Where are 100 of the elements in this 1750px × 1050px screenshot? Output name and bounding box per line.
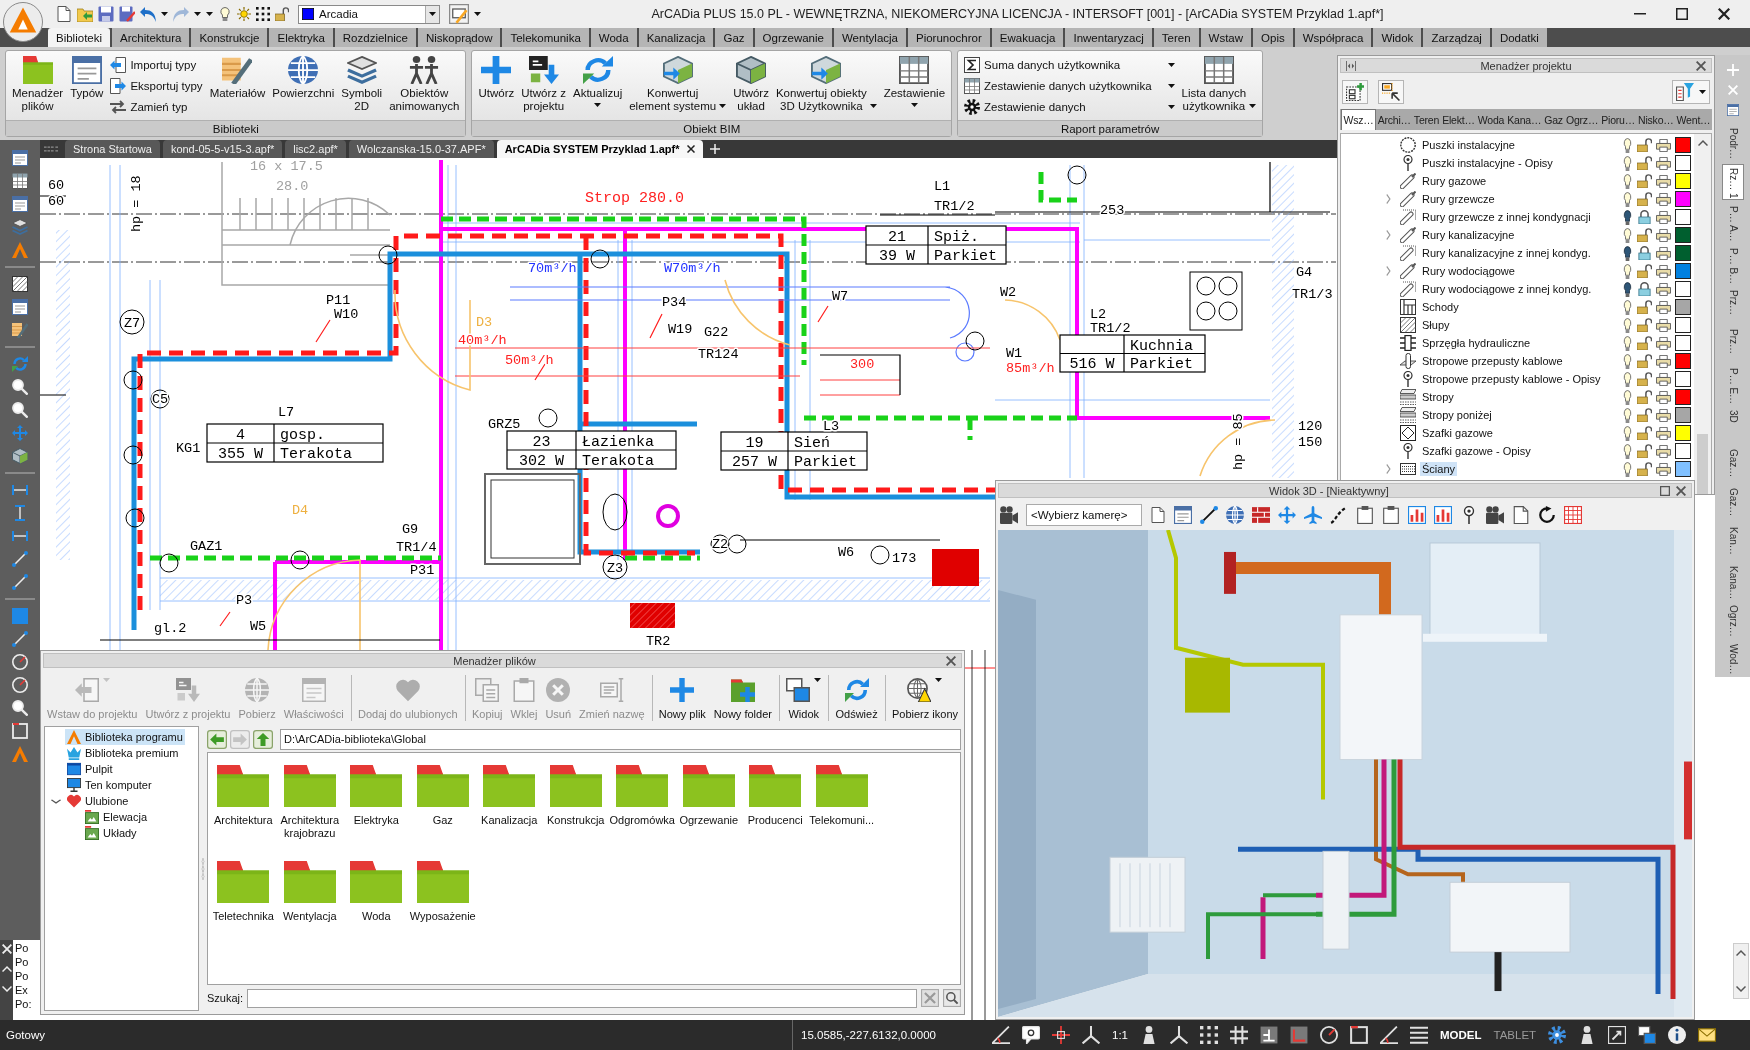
ribbon-tab[interactable]: Woda [590, 28, 637, 47]
move-icon[interactable] [1278, 506, 1296, 524]
padlock-icon[interactable] [1637, 246, 1652, 260]
printer-icon[interactable] [1656, 174, 1671, 188]
tree-item[interactable]: Elewacja [83, 809, 150, 825]
tree-item[interactable]: Ulubione [65, 793, 131, 809]
clipboard-icon[interactable] [1382, 506, 1400, 524]
color-swatch[interactable] [1675, 335, 1691, 351]
color-swatch[interactable] [1675, 443, 1691, 459]
close-icon[interactable] [1718, 8, 1730, 20]
layer-name[interactable]: Puszki instalacyjne - Opisy [1420, 156, 1555, 170]
folder-item[interactable]: Teletechnika [210, 861, 277, 957]
polar-icon[interactable] [12, 654, 28, 670]
layer-name[interactable]: Rury gazowe [1420, 174, 1489, 188]
color-swatch[interactable] [1675, 137, 1691, 153]
toolbar-button[interactable]: Nowy plik [654, 673, 710, 723]
dock-tab[interactable]: Kana… [1721, 562, 1744, 599]
color-swatch[interactable] [1675, 209, 1691, 225]
splitter-handle-icon[interactable] [200, 857, 206, 880]
ribbon-button[interactable]: Materiałów [206, 54, 269, 102]
padlock-icon[interactable] [1637, 336, 1652, 350]
padlock-icon[interactable] [1637, 318, 1652, 332]
ribbon-button[interactable]: Powierzchni [269, 54, 338, 102]
category-tab[interactable]: Went… [1675, 109, 1712, 130]
ribbon-tab[interactable]: Rozdzielnice [334, 28, 416, 47]
undo-icon[interactable] [140, 6, 156, 22]
search-icon[interactable] [943, 989, 961, 1007]
dock-tab[interactable]: Ogrz… [1721, 602, 1744, 638]
dock-tab[interactable]: Gaz… [1721, 445, 1744, 482]
layer-name[interactable]: Rury kanalizacyjne z innej kondyg. [1420, 246, 1593, 260]
dock-tab[interactable]: P… A… [1721, 203, 1744, 242]
ribbon-button[interactable]: Utwórz układ [730, 54, 772, 114]
layer-name[interactable]: Szafki gazowe - Opisy [1420, 444, 1533, 458]
ribbon-tab[interactable]: Inwentaryzacj [1065, 28, 1152, 47]
dock-tab[interactable]: Wod… [1721, 641, 1744, 677]
padlock-icon[interactable] [1637, 408, 1652, 422]
ribbon-button[interactable]: Eksportuj typy [107, 76, 206, 95]
padlock-icon[interactable] [1637, 282, 1652, 296]
ribbon-tab[interactable]: Kanalizacja [638, 28, 714, 47]
light-bulb-icon[interactable] [1622, 245, 1633, 261]
category-tab[interactable]: Woda [1476, 109, 1506, 130]
window-icon[interactable] [1726, 104, 1739, 116]
chevron-right-icon[interactable] [1385, 194, 1392, 204]
document-icon[interactable] [1512, 506, 1530, 524]
color-swatch[interactable] [1675, 245, 1691, 261]
color-swatch[interactable] [1675, 299, 1691, 315]
padlock-icon[interactable] [1637, 156, 1652, 170]
ribbon-tab[interactable]: Telekomunika [502, 28, 589, 47]
speech-bubble-icon[interactable] [1022, 1026, 1040, 1044]
color-swatch[interactable] [1675, 155, 1691, 171]
dot-grid-icon[interactable] [256, 7, 270, 21]
folder-item[interactable]: Telekomuni... [808, 765, 875, 861]
window-icon[interactable] [12, 196, 28, 212]
line-icon[interactable] [1200, 506, 1218, 524]
folder-item[interactable]: Odgromówka [609, 765, 676, 861]
ribbon-tab[interactable]: Piorunochror [908, 28, 990, 47]
dropdown-button[interactable] [425, 5, 439, 23]
restore-icon[interactable] [1676, 8, 1688, 20]
windows-icon[interactable] [1638, 1026, 1657, 1044]
layer-settings-icon[interactable] [449, 4, 469, 24]
ribbon-tab[interactable]: Ogrzewanie [754, 28, 832, 47]
chevron-right-icon[interactable] [1385, 266, 1392, 276]
printer-icon[interactable] [1656, 192, 1671, 206]
dock-tab[interactable]: P… B… [1721, 244, 1744, 284]
chevron-down-icon[interactable] [1736, 984, 1746, 994]
hatched-square-icon[interactable] [12, 276, 28, 292]
layer-name[interactable]: Rury wodociągowe [1420, 264, 1517, 278]
rotate-icon[interactable] [1538, 506, 1556, 524]
toolbar-button[interactable]: Pobierz ikony [887, 673, 962, 723]
document-tab[interactable]: ArCADia SYSTEM Przyklad 1.apf* [496, 140, 703, 158]
chevron-right-icon[interactable] [1385, 464, 1392, 474]
ribbon-button[interactable]: Importuj typy [107, 55, 206, 74]
ribbon-button[interactable]: Menadżer plików [9, 54, 67, 114]
layers-icon[interactable] [12, 219, 28, 235]
ribbon-button[interactable]: Konwertuj obiekty 3D Użytkownika [772, 54, 880, 114]
printer-icon[interactable] [1656, 390, 1671, 404]
color-swatch[interactable] [1675, 425, 1691, 441]
axes-icon[interactable] [1082, 1026, 1100, 1044]
search-field[interactable] [247, 988, 917, 1008]
document-tab[interactable]: Strona Startowa [65, 140, 160, 158]
measure-icon[interactable] [12, 528, 28, 544]
plus-icon[interactable] [709, 144, 720, 154]
color-swatch[interactable] [1675, 263, 1691, 279]
layer-name[interactable]: Rury wodociągowe z innej kondyg. [1420, 282, 1594, 296]
folder-item[interactable]: Wentylacja [276, 861, 343, 957]
info-icon[interactable] [1668, 1026, 1687, 1044]
caret-icon[interactable] [474, 12, 481, 16]
layer-name[interactable]: Stropowe przepusty kablowe [1420, 354, 1565, 368]
ribbon-tab[interactable]: Elektryka [269, 28, 333, 47]
angle-icon[interactable] [992, 1026, 1010, 1044]
bar-chart-icon[interactable] [1434, 506, 1452, 524]
airplane-icon[interactable] [1304, 506, 1322, 524]
dotted-path-icon[interactable] [1330, 506, 1348, 524]
dock-tab[interactable]: P… E… [1721, 364, 1744, 404]
ribbon-tab[interactable]: Niskoprądow [418, 28, 501, 47]
measure-icon[interactable] [12, 482, 28, 498]
ribbon-tab[interactable]: Gaz [715, 28, 753, 47]
ribbon-button[interactable]: Suma danych użytkownika [961, 55, 1178, 74]
ribbon-tab[interactable]: Ewakuacja [991, 28, 1064, 47]
folder-item[interactable]: Kanalizacja [476, 765, 543, 861]
